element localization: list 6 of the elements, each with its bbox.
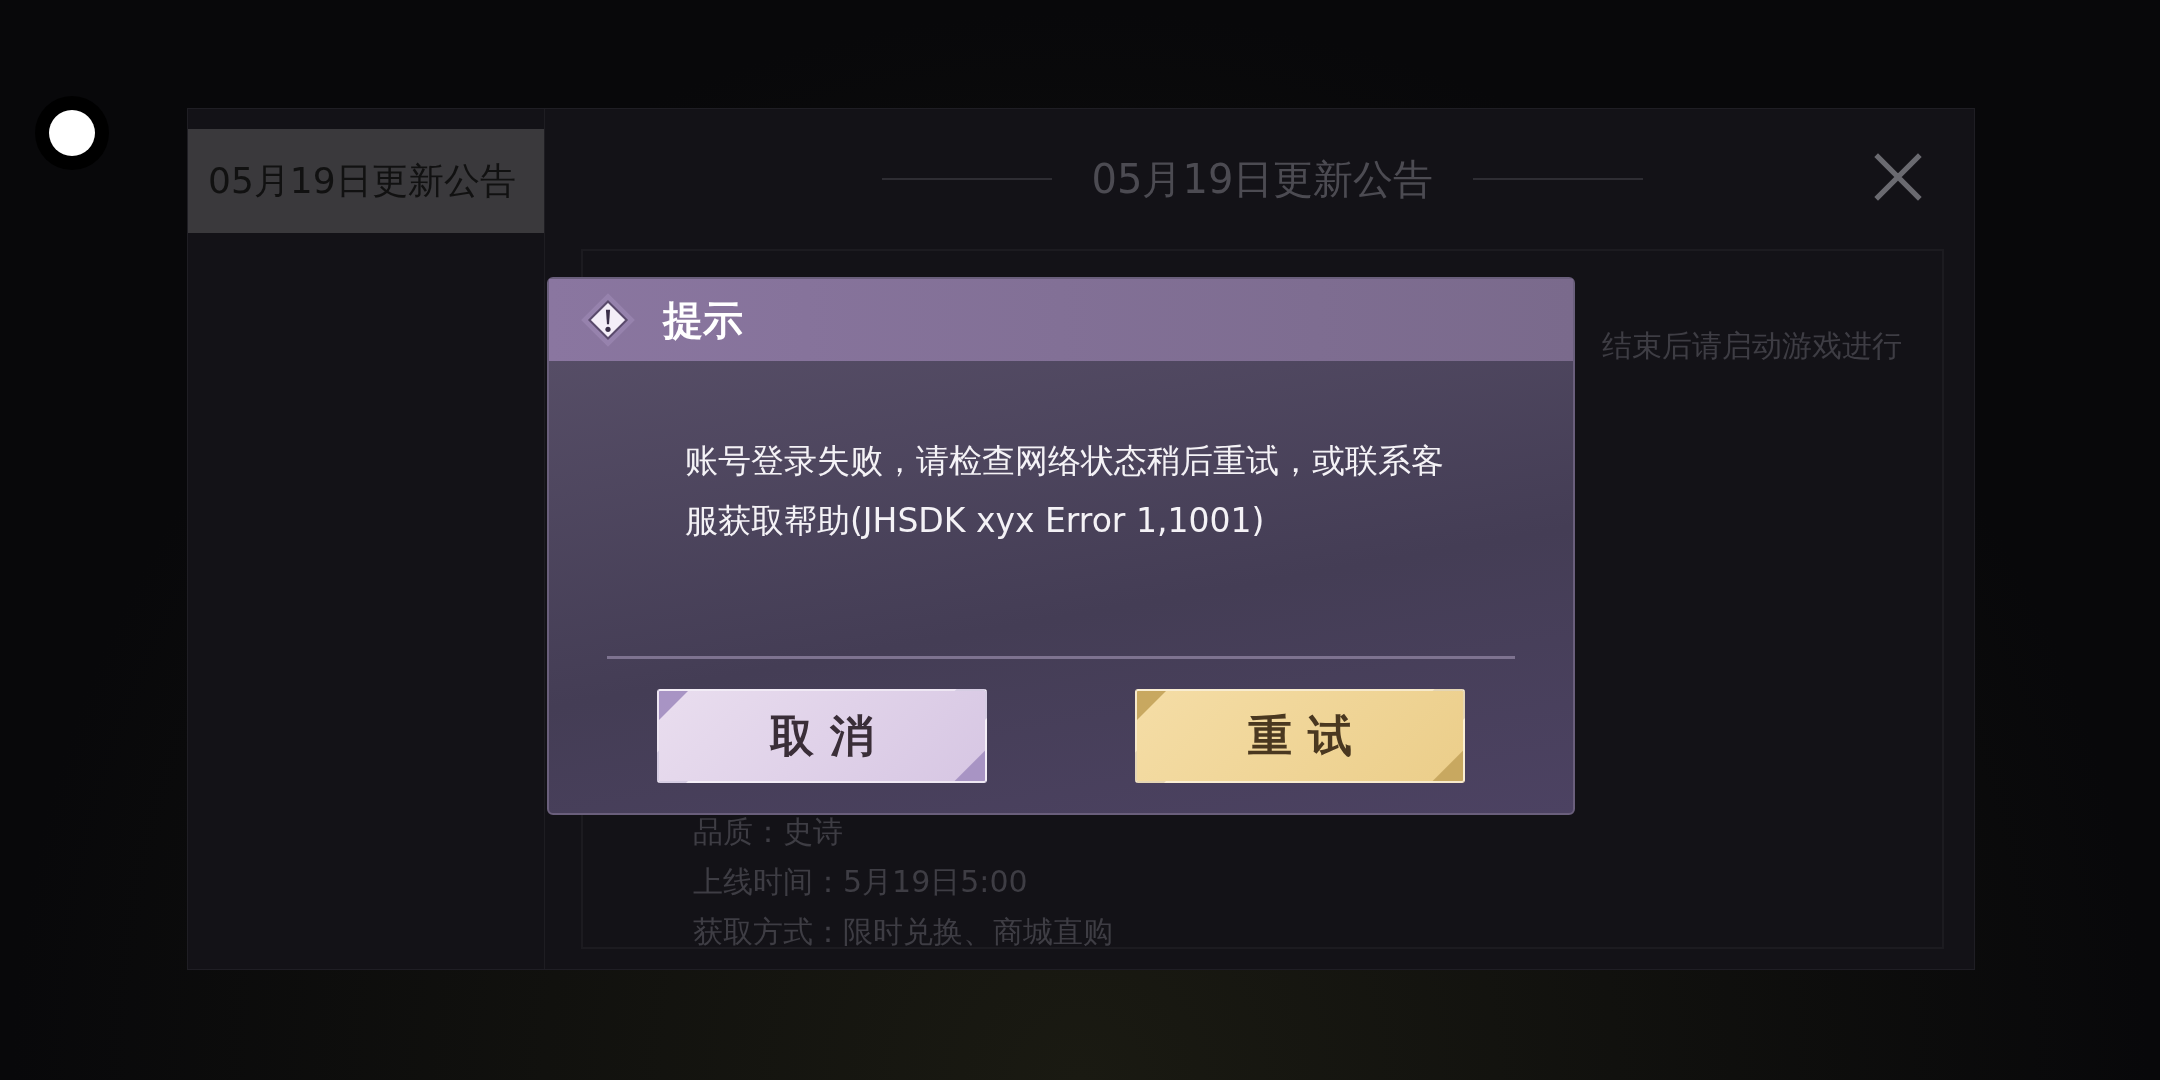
error-message: 账号登录失败，请检查网络状态稍后重试，或联系客服获取帮助(JHSDK xyx Error 1,1001) (685, 440, 1445, 542)
close-icon[interactable] (1872, 151, 1924, 203)
dialog-title: 提示 (663, 295, 743, 345)
cancel-button[interactable]: 取 消 (657, 689, 987, 783)
retry-button[interactable]: 重 试 (1135, 689, 1465, 783)
notice-title: 05月19日更新公告 (1091, 154, 1434, 204)
